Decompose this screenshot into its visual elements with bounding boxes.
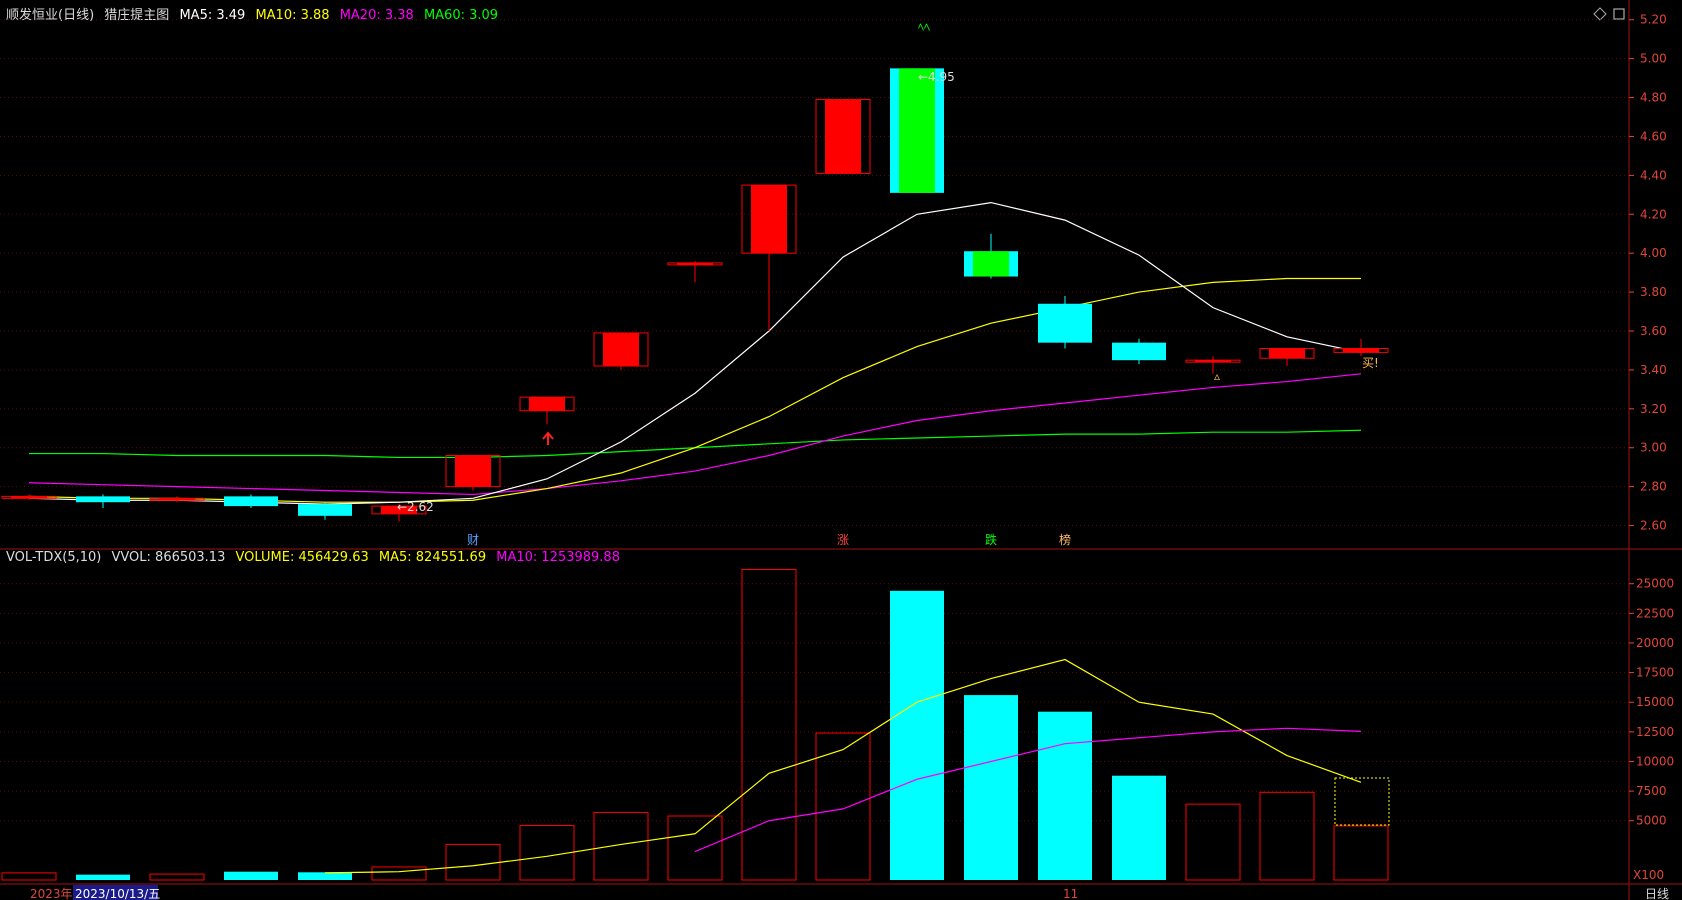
period-label[interactable]: 日线 <box>1645 887 1669 900</box>
volume-bar-down <box>890 590 944 880</box>
candle-body-limit-fill <box>973 251 1009 277</box>
candle-body-fill <box>1269 348 1305 359</box>
month-mark: 11 <box>1063 887 1078 900</box>
price-tick-label: 3.60 <box>1640 324 1667 338</box>
cursor-date: 2023/10/13/五 <box>75 887 160 900</box>
price-tick-label: 5.00 <box>1640 52 1667 66</box>
price-tick-label: 4.00 <box>1640 246 1667 260</box>
volume-bar-up <box>149 873 205 881</box>
volume-tick-label: 5000 <box>1636 814 1667 828</box>
stock-chart[interactable]: 5.20 5.00 4.80 4.60 4.40 4.20 4.00 3.80 3.60 3.40… <box>0 0 1682 900</box>
up-arrow-icon <box>542 431 554 445</box>
candle-body-fill <box>11 496 47 499</box>
price-axis: 5.20 5.00 4.80 4.60 4.40 4.20 4.00 3.80 3.60 3.40… <box>1629 13 1667 533</box>
price-tick-label: 2.60 <box>1640 519 1667 533</box>
price-tick-label: 3.40 <box>1640 363 1667 377</box>
volume-bar-up <box>1 872 57 881</box>
limit-down-tag: ﾍﾍ <box>918 20 930 34</box>
high-price-label: ←4.95 <box>918 70 955 84</box>
price-tick-label: 3.20 <box>1640 402 1667 416</box>
volume-bar-up <box>1333 825 1389 881</box>
volume-tick-label: 7500 <box>1636 784 1667 798</box>
candle-body-down <box>298 504 352 516</box>
event-markers: 财涨跌榜 <box>467 532 1071 547</box>
candle-body-fill <box>529 397 565 411</box>
volume-bar-down <box>1112 775 1166 880</box>
year-label: 2023年 <box>30 887 73 900</box>
ma60-line <box>29 429 1362 459</box>
volume-tick-label: 25000 <box>1636 577 1674 591</box>
candle-body-limit-fill <box>899 68 935 193</box>
price-tick-label: 4.80 <box>1640 91 1667 105</box>
price-tick-label: 4.60 <box>1640 129 1667 143</box>
price-tick-label: 3.00 <box>1640 441 1667 455</box>
volume-bar-up <box>667 815 723 881</box>
volume-tick-label: 15000 <box>1636 695 1674 709</box>
candle-body-down <box>1038 303 1092 343</box>
volume-tick-label: 10000 <box>1636 754 1674 768</box>
grid-lines <box>0 19 1629 822</box>
candle-body-fill <box>159 498 195 501</box>
price-tick-label: 5.20 <box>1640 13 1667 27</box>
volume-ma5-line <box>324 658 1362 874</box>
candle-body-fill <box>603 332 639 367</box>
volume-bar-down <box>224 871 278 880</box>
price-tick-label: 2.80 <box>1640 480 1667 494</box>
volume-tick-label: 12500 <box>1636 725 1674 739</box>
candle-body-fill <box>1195 360 1231 363</box>
vol-projection-box <box>1334 777 1390 826</box>
candle-body-fill <box>455 455 491 487</box>
price-tick-label: 4.20 <box>1640 207 1667 221</box>
candle-body-fill <box>677 262 713 265</box>
volume-unit-label: X100 <box>1633 868 1664 882</box>
volume-bar-down <box>76 874 130 880</box>
price-tick-label: 4.40 <box>1640 168 1667 182</box>
candle-body-down <box>76 496 130 503</box>
volume-bar-down <box>1038 711 1092 880</box>
candle-body-down <box>1112 342 1166 361</box>
event-marker: 涨 <box>837 532 849 547</box>
buy-signal-label: 买! <box>1362 356 1379 370</box>
candle-body-fill <box>751 185 787 254</box>
event-marker: 财 <box>467 533 479 547</box>
volume-bar-down <box>298 872 352 880</box>
candle-body-fill <box>825 99 861 174</box>
volume-bar-up <box>445 843 501 881</box>
price-tick-label: 3.80 <box>1640 285 1667 299</box>
volume-bar-up <box>371 866 427 881</box>
volume-bar-up <box>593 811 649 881</box>
volume-ma10-line <box>694 727 1362 853</box>
volume-bar-up <box>1259 791 1315 881</box>
volume-tick-label: 22500 <box>1636 606 1674 620</box>
volume-axis: 25000 22500 20000 17500 15000 12500 10000 7500 5… <box>1629 577 1674 828</box>
volume-bar-up <box>1185 803 1241 881</box>
volume-tick-label: 17500 <box>1636 666 1674 680</box>
event-marker: 榜 <box>1059 532 1071 547</box>
small-triangle-icon: ▵ <box>1214 369 1220 383</box>
low-price-label: ←2.62 <box>397 500 434 514</box>
volume-ma-lines <box>324 658 1362 874</box>
ma10-line <box>28 277 1361 503</box>
volume-tick-label: 20000 <box>1636 636 1674 650</box>
event-marker: 跌 <box>985 532 997 547</box>
candle-body-fill <box>1343 348 1379 353</box>
volume-bar-down <box>964 695 1018 880</box>
candle-body-down <box>224 496 278 507</box>
volume-bar-up <box>741 568 797 881</box>
